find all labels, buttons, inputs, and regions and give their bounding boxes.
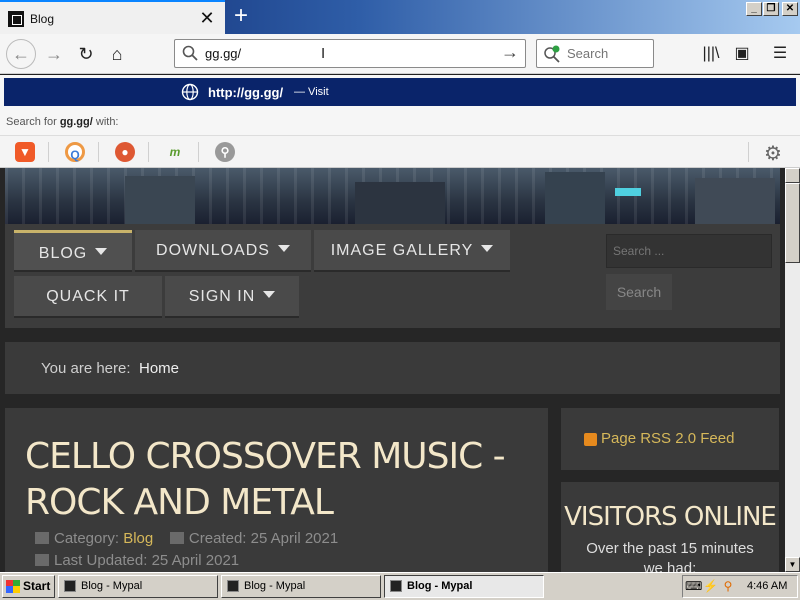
menu-item-blog[interactable]: BLOG <box>14 230 132 272</box>
duckduckgo-search-icon[interactable]: ● <box>115 142 135 162</box>
site-search-button[interactable]: Search <box>606 274 672 310</box>
minimize-icon[interactable]: _ <box>746 2 762 16</box>
caret-down-icon <box>481 245 494 253</box>
created-date: Created: 25 April 2021 <box>188 530 339 547</box>
rss-feed-link[interactable]: Page RSS 2.0 Feed <box>601 430 734 447</box>
mypal-icon <box>64 580 76 592</box>
scroll-up-icon[interactable] <box>785 168 800 183</box>
forward-icon[interactable]: → <box>40 40 68 68</box>
header-banner-image <box>5 168 780 224</box>
qwant-search-icon[interactable]: Q <box>65 142 85 162</box>
taskbar-item[interactable]: Blog - Mypal <box>58 575 218 598</box>
taskbar-item[interactable]: Blog - Mypal <box>221 575 381 598</box>
search-engines-bar: ▼ Q ● m ⚲ ⚙ <box>0 135 800 168</box>
visitors-subtitle-2: we had: <box>643 560 697 572</box>
caret-down-icon <box>95 248 108 256</box>
title-bar: Blog ✕ + _ ❐ ✕ <box>0 0 800 34</box>
network-icon[interactable]: ⚡ <box>703 579 718 593</box>
home-icon[interactable]: ⌂ <box>103 40 131 68</box>
go-arrow-icon[interactable]: → <box>501 42 519 63</box>
visitors-subtitle: Over the past 15 minutes <box>586 540 754 557</box>
start-button[interactable]: Start <box>2 575 55 598</box>
category-link[interactable]: Blog <box>123 530 153 547</box>
globe-icon <box>181 83 199 101</box>
keyboard-icon[interactable]: ⌨ <box>685 579 702 593</box>
search-bar[interactable] <box>536 39 654 68</box>
new-tab-icon[interactable]: + <box>229 3 253 29</box>
search-tray-icon[interactable]: ⚲ <box>721 579 735 593</box>
folder-icon <box>35 532 49 544</box>
rss-icon <box>584 433 597 446</box>
taskbar: Start Blog - Mypal Blog - Mypal Blog - M… <box>0 572 800 600</box>
text-cursor-icon: I <box>321 45 326 62</box>
url-input[interactable] <box>205 46 495 61</box>
library-icon[interactable]: |||\ <box>699 42 723 66</box>
article-meta: Category: Blog Created: 25 April 2021 <box>35 530 338 547</box>
menu-icon[interactable]: ☰ <box>768 42 792 66</box>
visitors-title: VISITORS ONLINE <box>564 502 777 532</box>
menu-item-image-gallery[interactable]: IMAGE GALLERY <box>314 230 510 272</box>
search-icon <box>182 45 198 61</box>
search-input[interactable] <box>567 46 647 61</box>
mojeek-search-icon[interactable]: m <box>165 142 185 162</box>
tab-blog[interactable]: Blog ✕ <box>0 0 225 34</box>
tab-close-icon[interactable]: ✕ <box>198 8 216 28</box>
taskbar-item-active[interactable]: Blog - Mypal <box>384 575 544 598</box>
gear-icon[interactable]: ⚙ <box>764 141 782 166</box>
site-navigation: BLOG DOWNLOADS IMAGE GALLERY QUACK IT SI… <box>5 224 780 328</box>
address-bar[interactable]: I → <box>174 39 526 68</box>
suggestion-url: http://gg.gg/ <box>208 85 284 100</box>
maximize-icon[interactable]: ❐ <box>763 2 779 16</box>
article-updated: Last Updated: 25 April 2021 <box>35 552 239 569</box>
sidebar-icon[interactable]: ▣ <box>730 42 754 66</box>
url-suggestions-panel: http://gg.gg/ — Visit Search for gg.gg/ … <box>0 75 800 168</box>
caret-down-icon <box>263 291 276 299</box>
menu-item-downloads[interactable]: DOWNLOADS <box>135 230 311 272</box>
page-scrollbar[interactable]: ▼ <box>785 168 800 572</box>
search-engine-icon <box>544 45 560 63</box>
caret-down-icon <box>277 245 290 253</box>
mypal-icon <box>390 580 402 592</box>
breadcrumb-home: Home <box>139 360 180 377</box>
navigation-toolbar: ← → ↻ ⌂ I → |||\ ▣ ☰ <box>0 34 800 74</box>
visitors-online-module: VISITORS ONLINE Over the past 15 minutes… <box>561 482 779 572</box>
web-page: BLOG DOWNLOADS IMAGE GALLERY QUACK IT SI… <box>0 168 785 572</box>
breadcrumb-label: You are here: <box>41 360 131 377</box>
suggestion-action: — Visit <box>294 86 329 98</box>
system-tray: ⌨ ⚡ ⚲ 4:46 AM <box>682 575 798 598</box>
menu-item-quack-it[interactable]: QUACK IT <box>14 276 162 318</box>
close-window-icon[interactable]: ✕ <box>782 2 798 16</box>
calendar-icon <box>35 554 49 566</box>
menu-item-sign-in[interactable]: SIGN IN <box>165 276 299 318</box>
site-search-input[interactable] <box>606 234 772 268</box>
site-favicon-icon <box>8 11 24 27</box>
article-title[interactable]: CELLO CROSSOVER MUSIC - ROCK AND METAL <box>25 434 525 526</box>
mypal-icon <box>227 580 239 592</box>
back-icon[interactable]: ← <box>6 39 36 69</box>
reload-icon[interactable]: ↻ <box>72 40 100 68</box>
rss-module: Page RSS 2.0 Feed <box>561 408 779 470</box>
scroll-down-icon[interactable]: ▼ <box>785 557 800 572</box>
scroll-thumb[interactable] <box>785 183 800 263</box>
breadcrumb: You are here: Home <box>5 342 780 394</box>
windows-logo-icon <box>6 580 20 593</box>
search-for-label: Search for gg.gg/ with: <box>6 116 119 128</box>
calendar-icon <box>169 532 184 544</box>
suggestion-visit-row[interactable]: http://gg.gg/ — Visit <box>4 78 796 106</box>
clock: 4:46 AM <box>747 580 788 592</box>
other-search-icon[interactable]: ⚲ <box>215 142 235 162</box>
article: CELLO CROSSOVER MUSIC - ROCK AND METAL C… <box>5 408 548 572</box>
tab-title: Blog <box>30 12 55 26</box>
brave-search-icon[interactable]: ▼ <box>15 142 35 162</box>
